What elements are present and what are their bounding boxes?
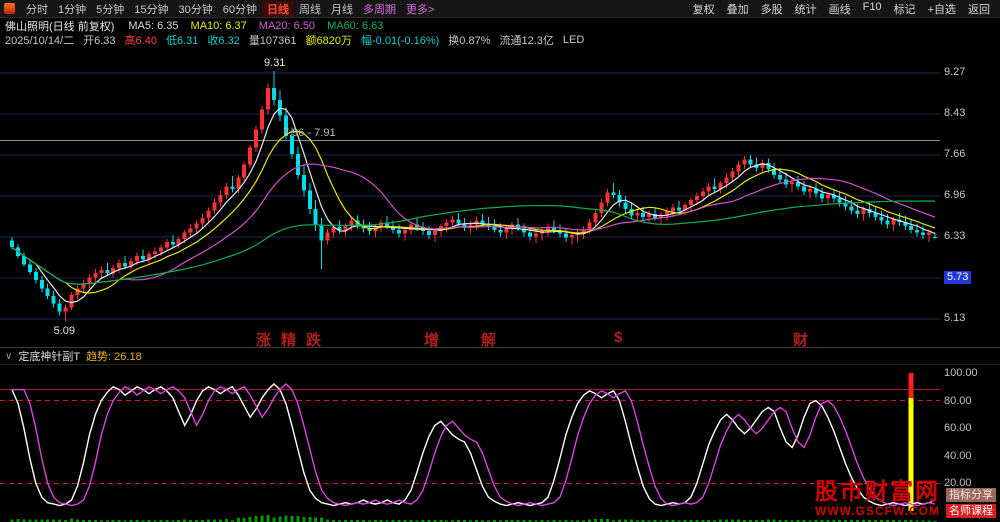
period-tab-15分钟[interactable]: 15分钟 [129,1,173,17]
tool-画线[interactable]: 画线 [823,1,857,17]
quote-field-0: 2025/10/14/二 [5,35,75,47]
app-icon[interactable] [4,3,15,14]
watermark-badge-course: 名师课程 [946,504,996,518]
ma-value-1: MA10: 6.37 [190,19,247,32]
quote-field-4: 收6.32 [207,35,240,47]
tool-复权[interactable]: 复权 [687,1,721,17]
indicator-axis-label-100.00: 100.00 [944,367,978,379]
period-tab-1分钟[interactable]: 1分钟 [53,1,91,17]
quote-field-10: LED [562,34,585,46]
watermark-site-name: 股市财富网 [815,478,940,504]
ghost-watermark-char-6: 财 [793,332,809,349]
ref-line-label: 7.96 - 7.91 [283,126,336,139]
ghost-watermark-char-0: 涨 [256,332,272,349]
period-tab-日线[interactable]: 日线 [262,0,294,17]
tool-多股[interactable]: 多股 [755,1,789,17]
ma-value-2: MA20: 6.50 [258,19,316,32]
watermark-brand: 股市财富网 WWW.GSCFW.COM 指标分享 名师课程 [815,479,996,518]
quote-field-9: 流通12.3亿 [499,35,554,47]
tool-标记[interactable]: 标记 [888,1,922,17]
tool-F10[interactable]: F10 [857,1,888,17]
tool-叠加[interactable]: 叠加 [721,1,755,17]
indicator-header: ∨ 定底神针副T 趋势: 26.18 [0,347,1000,365]
tdx-window: 分时 1分钟 5分钟 15分钟 30分钟 60分钟 日线 周线 月线 多周期 更多> 复权 叠加 多股统… [0,0,1000,522]
indicator-chart[interactable]: 股市财富网 WWW.GSCFW.COM 指标分享 名师课程 100.00 80.0… [0,365,1000,522]
price-axis-label-8.43: 8.43 [944,107,966,119]
period-tab-5分钟[interactable]: 5分钟 [91,1,129,17]
watermark-site-url: WWW.GSCFW.COM [815,504,940,518]
ma-value-3: MA60: 6.63 [327,19,384,32]
watermark-badge-share: 指标分享 [946,488,996,502]
ghost-watermark-char-5: $ [614,329,623,346]
low-price-label: 5.09 [53,324,76,337]
price-axis-label-5.13: 5.13 [944,312,966,324]
ghost-watermark-char-1: 精 [281,332,297,349]
price-axis-label-9.27: 9.27 [944,66,966,78]
stock-info-row: 佛山照明(日线 前复权) MA5: 6.35 MA10: 6.37 MA20: 6.… [0,18,1000,33]
quote-field-8: 换0.87% [448,35,491,47]
peak-price-label: 9.31 [264,57,286,70]
quote-field-7: 幅-0.01(-0.16%) [361,35,440,47]
period-tab-月线[interactable]: 月线 [326,1,358,17]
period-tab-30分钟[interactable]: 30分钟 [174,1,218,17]
price-axis-label-6.33: 6.33 [944,230,966,242]
period-tab-60分钟[interactable]: 60分钟 [218,1,262,17]
period-tab-更多>[interactable]: 更多> [401,1,439,17]
quote-row: 2025/10/14/二 开6.33 高6.40 低6.31 收6.32 量107361 额… [0,33,1000,47]
quote-field-5: 量107361 [248,35,297,47]
indicator-name[interactable]: 定底神针副T [18,348,80,364]
indicator-axis-label-60.00: 60.00 [944,422,972,435]
quote-field-3: 低6.31 [165,35,199,47]
ghost-watermark-char-4: 解 [481,332,497,349]
indicator-param-value: 趋势: 26.18 [86,351,142,363]
price-axis-label-7.66: 7.66 [944,148,966,160]
period-tabs: 分时 1分钟 5分钟 15分钟 30分钟 60分钟 日线 周线 月线 多周期 更多> [21,0,439,17]
quote-field-1: 开6.33 [83,35,116,47]
top-toolbar: 分时 1分钟 5分钟 15分钟 30分钟 60分钟 日线 周线 月线 多周期 更多> 复权 叠加 多股统… [0,0,1000,18]
toolbar-actions: 复权 叠加 多股 统计 画线 F10 标记 +自选 返回 [687,1,996,17]
candlestick-plot[interactable] [0,47,1000,347]
ghost-watermark-char-2: 跌 [306,332,322,349]
indicator-axis-label-80.00: 80.00 [944,394,972,407]
tool-返回[interactable]: 返回 [962,1,996,17]
price-axis-label-6.96: 6.96 [944,189,966,201]
period-tab-多周期[interactable]: 多周期 [358,1,401,17]
ghost-watermark-char-3: 增 [424,332,440,349]
main-candlestick-chart[interactable]: 9.27 8.43 7.66 6.96 6.33 5.73 5.13 9.31 5.09 7.96… [0,47,1000,349]
quote-field-6: 额6820万 [305,35,353,47]
period-tab-周线[interactable]: 周线 [294,1,326,17]
collapse-icon[interactable]: ∨ [5,351,12,362]
tool-统计[interactable]: 统计 [789,1,823,17]
ma-values: MA5: 6.35 MA10: 6.37 MA20: 6.50 MA60: 6.63 [128,20,383,32]
tool-+自选[interactable]: +自选 [922,1,962,17]
price-axis-label-5.73: 5.73 [944,271,972,284]
ma-value-0: MA5: 6.35 [128,19,179,32]
period-tab-分时[interactable]: 分时 [21,1,53,17]
indicator-axis-label-40.00: 40.00 [944,449,972,462]
quote-field-2: 高6.40 [124,35,157,47]
